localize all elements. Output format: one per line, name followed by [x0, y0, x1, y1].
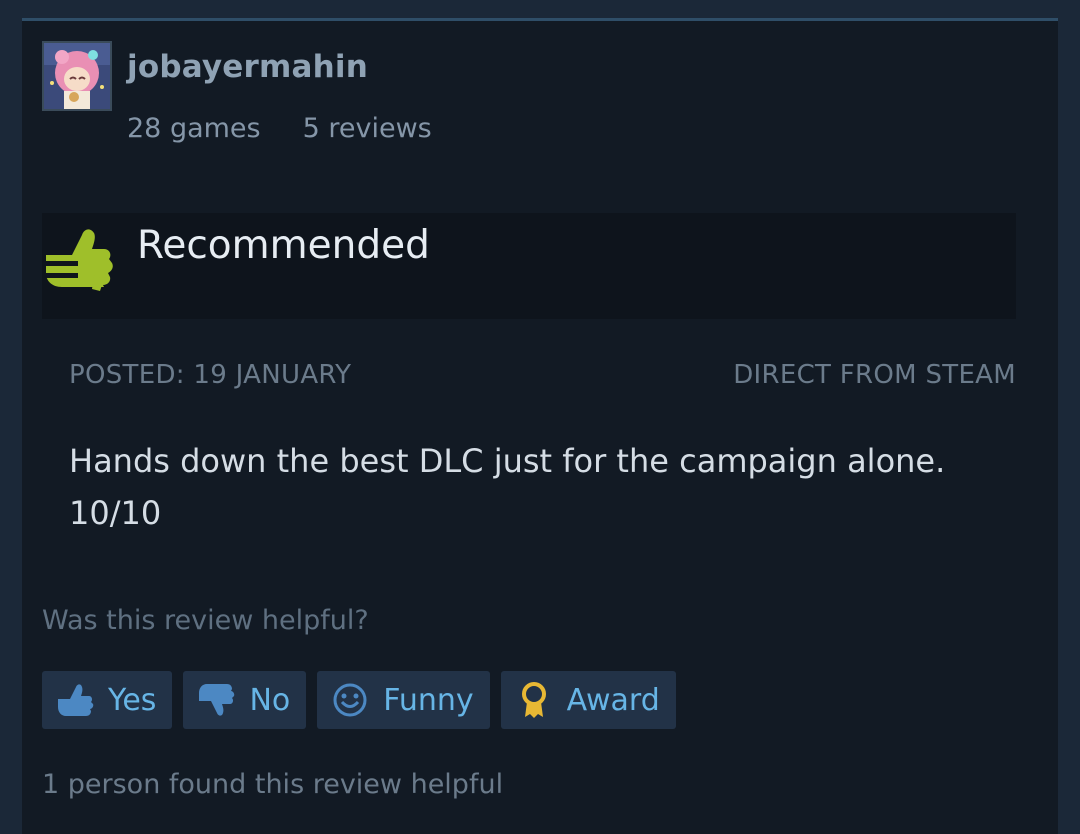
author-stats: 28 games 5 reviews [127, 113, 474, 144]
thumbs-up-icon [42, 221, 114, 293]
review-verdict[interactable]: Recommended [42, 213, 1016, 319]
smiley-icon [331, 681, 369, 719]
vote-no-label: No [249, 682, 291, 718]
review-author: jobayermahin 28 games 5 reviews [42, 41, 1032, 144]
vote-funny-button[interactable]: Funny [317, 671, 490, 729]
reviews-count[interactable]: 5 reviews [303, 113, 432, 144]
thumbs-down-icon [197, 681, 235, 719]
review-meta: POSTED: 19 JANUARY DIRECT FROM STEAM [69, 360, 1016, 390]
review-card: jobayermahin 28 games 5 reviews Recommend… [22, 18, 1058, 834]
vote-no-button[interactable]: No [183, 671, 307, 729]
posted-date: POSTED: 19 JANUARY [69, 360, 352, 390]
helpful-question: Was this review helpful? [42, 605, 369, 636]
vote-funny-label: Funny [383, 682, 474, 718]
review-source: DIRECT FROM STEAM [733, 360, 1016, 390]
award-button[interactable]: Award [500, 671, 676, 729]
award-ribbon-icon [515, 681, 553, 719]
review-page: jobayermahin 28 games 5 reviews Recommend… [0, 0, 1080, 834]
avatar[interactable] [42, 41, 112, 111]
author-name[interactable]: jobayermahin [127, 49, 368, 85]
award-label: Award [566, 682, 660, 718]
thumbs-up-icon [56, 681, 94, 719]
games-count[interactable]: 28 games [127, 113, 261, 144]
vote-buttons: Yes No Funny Award [42, 671, 676, 729]
vote-yes-label: Yes [108, 682, 157, 718]
helpful-count: 1 person found this review helpful [42, 769, 504, 800]
vote-yes-button[interactable]: Yes [42, 671, 173, 729]
verdict-label: Recommended [137, 223, 430, 268]
review-body: Hands down the best DLC just for the cam… [69, 442, 946, 532]
